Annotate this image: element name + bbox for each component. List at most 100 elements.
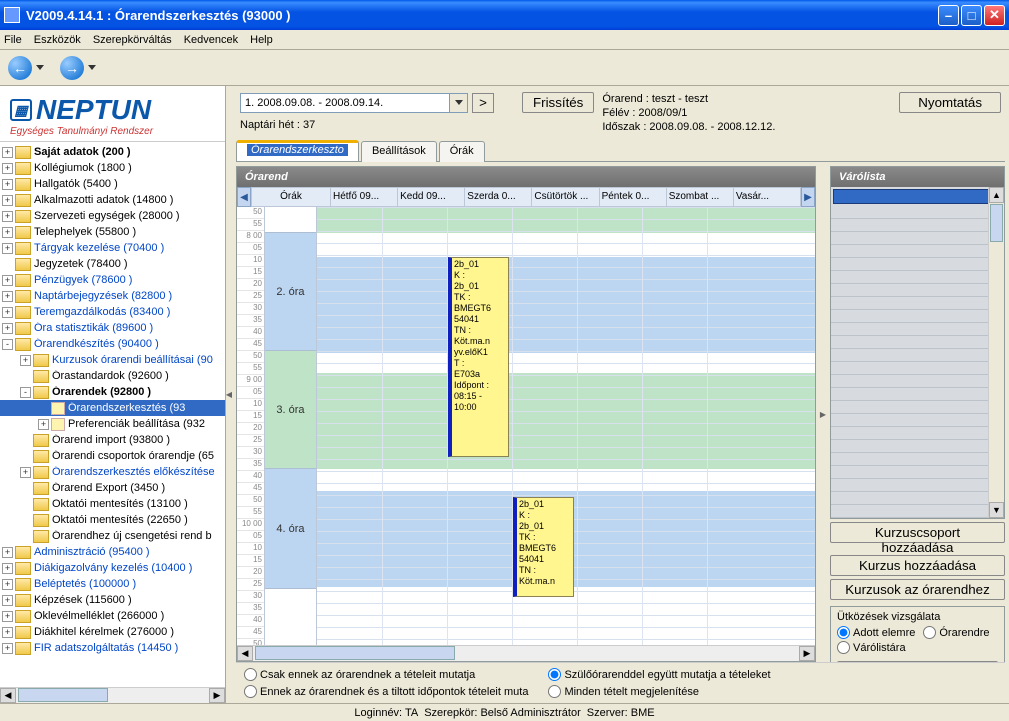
scroll-right-icon[interactable]: ▶ [209,688,225,703]
tree-item[interactable]: +Kurzusok órarendi beállításai (90 [0,352,225,368]
expand-icon[interactable] [20,499,31,510]
tree-item[interactable]: -Órarendek (92800 ) [0,384,225,400]
tree-item[interactable]: Órarendi csoportok órarendje (65 [0,448,225,464]
expand-icon[interactable]: + [2,211,13,222]
expand-icon[interactable]: + [20,355,31,366]
splitter-right[interactable] [820,166,826,662]
scrollbar-thumb[interactable] [18,688,108,702]
expand-icon[interactable] [20,483,31,494]
week-select-drop[interactable] [450,93,468,113]
scrollbar-thumb[interactable] [255,646,455,660]
courses-to-schedule-button[interactable]: Kurzusok az órarendhez [830,579,1005,600]
tree-item[interactable]: -Órarendkészítés (90400 ) [0,336,225,352]
col-day[interactable]: Csütörtök ... [532,187,599,207]
collision-radio-waitlist[interactable]: Várólistára [837,641,998,654]
collision-radio-element[interactable]: Adott elemre [837,626,915,639]
tree-item[interactable]: +Képzések (115600 ) [0,592,225,608]
scrollbar-thumb[interactable] [990,204,1003,242]
tree-item[interactable]: Jegyzetek (78400 ) [0,256,225,272]
list-item[interactable] [831,258,1004,271]
expand-icon[interactable] [2,259,13,270]
tree-item[interactable]: +Preferenciák beállítása (932 [0,416,225,432]
tree-item[interactable]: +Tárgyak kezelése (70400 ) [0,240,225,256]
list-item[interactable] [831,505,1004,518]
expand-icon[interactable] [20,371,31,382]
add-course-button[interactable]: Kurzus hozzáadása [830,555,1005,576]
expand-icon[interactable]: + [2,323,13,334]
tree-item[interactable]: +Óra statisztikák (89600 ) [0,320,225,336]
list-item[interactable] [831,401,1004,414]
expand-icon[interactable]: + [2,611,13,622]
list-item[interactable] [831,427,1004,440]
tree-item[interactable]: +Diákhitel kérelmek (276000 ) [0,624,225,640]
expand-icon[interactable]: + [2,627,13,638]
go-button[interactable]: > [472,93,494,113]
list-item[interactable] [831,297,1004,310]
tree-item[interactable]: Órarendszerkesztés (93 [0,400,225,416]
filter-radio-parent[interactable]: Szülőórarenddel együtt mutatja a tételek… [548,668,770,681]
menu-tools[interactable]: Eszközök [34,34,81,46]
expand-icon[interactable]: - [20,387,31,398]
menu-role[interactable]: Szerepkörváltás [93,34,172,46]
expand-icon[interactable]: + [2,227,13,238]
list-item[interactable] [831,323,1004,336]
expand-icon[interactable]: + [2,163,13,174]
calendar-event[interactable]: 2b_01K :2b_01TK :BMEGT654041TN :Köt.ma.n [513,497,574,597]
filter-radio-own[interactable]: Csak ennek az órarendnek a tételeit muta… [244,668,528,681]
list-item[interactable] [831,271,1004,284]
tree-item[interactable]: Órarend Export (3450 ) [0,480,225,496]
list-item[interactable] [831,453,1004,466]
tree-item[interactable]: +Szervezeti egységek (28000 ) [0,208,225,224]
list-item[interactable] [831,245,1004,258]
tree-item[interactable]: Órarend import (93800 ) [0,432,225,448]
waitlist-body[interactable]: ▲ ▼ [831,187,1004,518]
tree-item[interactable]: +Naptárbejegyzések (82800 ) [0,288,225,304]
col-day[interactable]: Hétfő 09... [331,187,398,207]
menu-favorites[interactable]: Kedvencek [184,34,238,46]
tree-item[interactable]: +Oklevélmelléklet (266000 ) [0,608,225,624]
expand-icon[interactable]: + [2,563,13,574]
expand-icon[interactable]: + [2,307,13,318]
list-item[interactable] [831,440,1004,453]
filter-radio-all[interactable]: Minden tételt megjelenítése [548,685,770,698]
tab-editor[interactable]: Órarendszerkeszto [236,140,359,161]
list-item[interactable] [831,349,1004,362]
expand-icon[interactable]: + [2,579,13,590]
waitlist-scrollbar[interactable]: ▲ ▼ [988,187,1004,518]
tree-item[interactable]: +Saját adatok (200 ) [0,144,225,160]
col-day[interactable]: Szerda 0... [465,187,532,207]
expand-icon[interactable]: + [2,595,13,606]
expand-icon[interactable]: - [2,339,13,350]
tab-hours[interactable]: Órák [439,141,485,162]
tree-item[interactable]: Órarendhez új csengetési rend b [0,528,225,544]
tree-item[interactable]: +Kollégiumok (1800 ) [0,160,225,176]
col-hours[interactable]: Órák [251,187,331,207]
expand-icon[interactable]: + [2,195,13,206]
expand-icon[interactable] [20,531,31,542]
tree-item[interactable]: +Hallgatók (5400 ) [0,176,225,192]
calendar-event[interactable]: 2b_01K :2b_01TK :BMEGT654041TN :Köt.ma.n… [448,257,509,457]
tree-item[interactable]: +Telephelyek (55800 ) [0,224,225,240]
scroll-down-icon[interactable]: ▼ [989,502,1004,518]
list-item[interactable] [831,232,1004,245]
scroll-up-icon[interactable]: ▲ [989,187,1004,203]
tree-item[interactable]: Oktatói mentesítés (13100 ) [0,496,225,512]
list-item[interactable] [831,284,1004,297]
tree-item[interactable]: +Adminisztráció (95400 ) [0,544,225,560]
list-item[interactable] [831,375,1004,388]
expand-icon[interactable]: + [38,419,49,430]
minimize-button[interactable]: – [938,5,959,26]
expand-icon[interactable]: + [2,275,13,286]
close-button[interactable]: ✕ [984,5,1005,26]
list-item[interactable] [831,388,1004,401]
col-day[interactable]: Péntek 0... [600,187,667,207]
col-day[interactable]: Vasár... [734,187,801,207]
nav-back[interactable]: ← [8,56,44,80]
expand-icon[interactable] [20,515,31,526]
tree-item[interactable]: +Teremgazdálkodás (83400 ) [0,304,225,320]
sidebar-scrollbar[interactable]: ◀ ▶ [0,687,225,703]
list-item[interactable] [831,362,1004,375]
tab-settings[interactable]: Beállítások [361,141,437,162]
cal-next[interactable]: ▶ [801,187,815,207]
list-item[interactable] [831,310,1004,323]
